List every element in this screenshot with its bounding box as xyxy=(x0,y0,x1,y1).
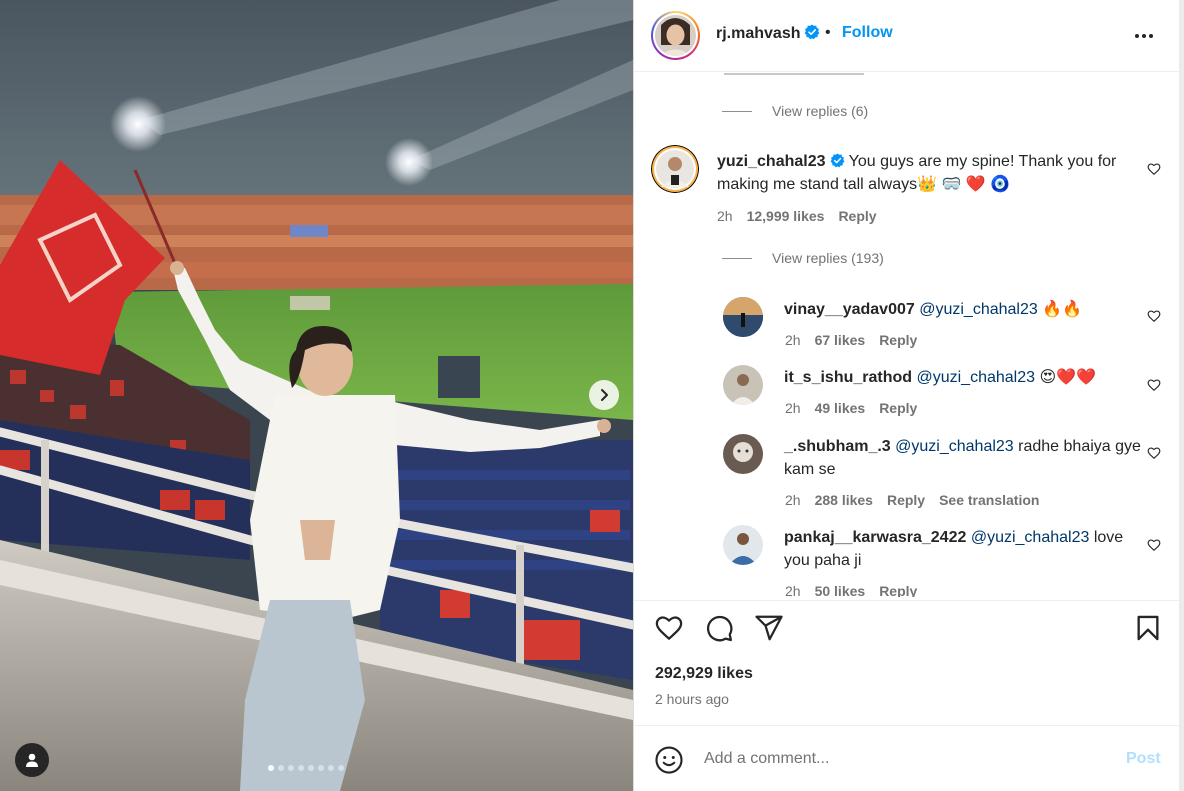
tagged-users-button[interactable] xyxy=(15,743,49,777)
like-count[interactable]: 292,929 likes xyxy=(655,665,753,683)
reply-time[interactable]: 2h xyxy=(785,400,801,416)
comment-time[interactable]: 2h xyxy=(717,208,733,224)
see-translation-button[interactable]: See translation xyxy=(939,492,1039,508)
share-icon[interactable] xyxy=(754,613,784,643)
mention-link[interactable]: @yuzi_chahal23 xyxy=(919,301,1038,318)
author-username-text[interactable]: rj.mahvash xyxy=(716,25,800,42)
post-comment-button[interactable]: Post xyxy=(1126,750,1161,768)
verified-badge-icon xyxy=(830,153,844,168)
reply-text: vinay__yadav007 @yuzi_chahal23 🔥🔥 xyxy=(784,298,1144,321)
replier-avatar[interactable] xyxy=(723,297,763,337)
replier-username[interactable]: it_s_ishu_rathod xyxy=(784,369,912,386)
heart-icon[interactable] xyxy=(1147,378,1161,392)
reply-time[interactable]: 2h xyxy=(785,492,801,508)
heart-icon[interactable] xyxy=(1147,309,1161,323)
replier-avatar[interactable] xyxy=(723,365,763,405)
comment-input[interactable] xyxy=(704,746,1104,772)
post-media[interactable] xyxy=(0,0,633,791)
replier-avatar[interactable] xyxy=(723,434,763,474)
reply-text: _.shubham_.3 @yuzi_chahal23 radhe bhaiya… xyxy=(784,435,1144,481)
post-image xyxy=(0,0,633,791)
commenter-username[interactable]: yuzi_chahal23 xyxy=(717,153,826,170)
post-time[interactable]: 2 hours ago xyxy=(655,691,729,707)
next-slide-button[interactable] xyxy=(589,380,619,410)
author-avatar[interactable] xyxy=(651,11,700,60)
reply-button[interactable]: Reply xyxy=(838,208,876,224)
carousel-dot xyxy=(298,765,304,771)
carousel-indicator xyxy=(268,765,344,771)
comment-icon[interactable] xyxy=(704,613,734,643)
reply-likes[interactable]: 50 likes xyxy=(815,583,866,597)
header-separator: • xyxy=(825,24,831,41)
comment-composer: Post xyxy=(634,725,1180,791)
reply-button[interactable]: Reply xyxy=(879,400,917,416)
reply-body: 😍❤️❤️ xyxy=(1039,369,1097,386)
author-avatar-image xyxy=(655,15,696,56)
reply-meta: 2h 50 likes Reply xyxy=(785,583,931,597)
post-sidebar: rj.mahvash • Follow View replies (6) yuz… xyxy=(633,0,1180,791)
reply-meta: 2h 67 likes Reply xyxy=(785,332,931,348)
view-replies-label[interactable]: View replies (193) xyxy=(772,250,884,266)
reply-likes[interactable]: 67 likes xyxy=(815,332,866,348)
bookmark-icon[interactable] xyxy=(1134,613,1162,643)
window-edge xyxy=(1179,0,1184,791)
mention-link[interactable]: @yuzi_chahal23 xyxy=(895,438,1014,455)
reply-button[interactable]: Reply xyxy=(887,492,925,508)
carousel-dot xyxy=(308,765,314,771)
replier-avatar[interactable] xyxy=(723,525,763,565)
follow-button[interactable]: Follow xyxy=(842,24,893,42)
tag-user-icon xyxy=(26,753,38,767)
carousel-dot xyxy=(328,765,334,771)
carousel-dot xyxy=(288,765,294,771)
heart-icon[interactable] xyxy=(1147,538,1161,552)
reply-button[interactable]: Reply xyxy=(879,332,917,348)
replier-username[interactable]: _.shubham_.3 xyxy=(784,438,891,455)
reply-likes[interactable]: 49 likes xyxy=(815,400,866,416)
post-header: rj.mahvash • Follow xyxy=(634,0,1180,72)
reply-time[interactable]: 2h xyxy=(785,583,801,597)
emoji-icon[interactable] xyxy=(654,745,684,775)
replier-username[interactable]: vinay__yadav007 xyxy=(784,301,915,318)
reply-likes[interactable]: 288 likes xyxy=(815,492,873,508)
carousel-dot xyxy=(268,765,274,771)
view-replies-button[interactable]: View replies (6) xyxy=(722,103,868,119)
mention-link[interactable]: @yuzi_chahal23 xyxy=(971,529,1090,546)
carousel-dot xyxy=(338,765,344,771)
heart-icon[interactable] xyxy=(1147,446,1161,460)
reply-button[interactable]: Reply xyxy=(879,583,917,597)
comment-text: yuzi_chahal23 You guys are my spine! Tha… xyxy=(717,150,1127,196)
comment-meta: 2h 12,999 likes Reply xyxy=(717,208,891,224)
replier-username[interactable]: pankaj__karwasra_2422 xyxy=(784,529,966,546)
reply-text: it_s_ishu_rathod @yuzi_chahal23 😍❤️❤️ xyxy=(784,366,1144,389)
comment-emojis: 👑 🥽 ❤️ 🧿 xyxy=(917,176,1011,193)
reply-meta: 2h 49 likes Reply xyxy=(785,400,931,416)
comments-list[interactable]: View replies (6) yuzi_chahal23 You guys … xyxy=(634,73,1180,597)
reply-text: pankaj__karwasra_2422 @yuzi_chahal23 lov… xyxy=(784,526,1144,572)
view-replies-button[interactable]: View replies (193) xyxy=(722,250,884,266)
reply-meta: 2h 288 likes Reply See translation xyxy=(785,492,1053,508)
heart-icon[interactable] xyxy=(654,613,684,643)
reply-body: 🔥🔥 xyxy=(1042,301,1083,318)
more-options-icon[interactable] xyxy=(1133,26,1155,46)
commenter-avatar[interactable] xyxy=(651,145,699,193)
previous-comment-clipped xyxy=(724,73,924,77)
post-actions xyxy=(634,600,1180,660)
reply-time[interactable]: 2h xyxy=(785,332,801,348)
author-username[interactable]: rj.mahvash xyxy=(716,24,820,43)
carousel-dot xyxy=(318,765,324,771)
next-slide-icon xyxy=(601,389,608,401)
heart-icon[interactable] xyxy=(1147,162,1161,176)
mention-link[interactable]: @yuzi_chahal23 xyxy=(916,369,1035,386)
comment-likes[interactable]: 12,999 likes xyxy=(747,208,825,224)
verified-badge-icon xyxy=(805,24,820,40)
view-replies-label[interactable]: View replies (6) xyxy=(772,103,868,119)
carousel-dot xyxy=(278,765,284,771)
